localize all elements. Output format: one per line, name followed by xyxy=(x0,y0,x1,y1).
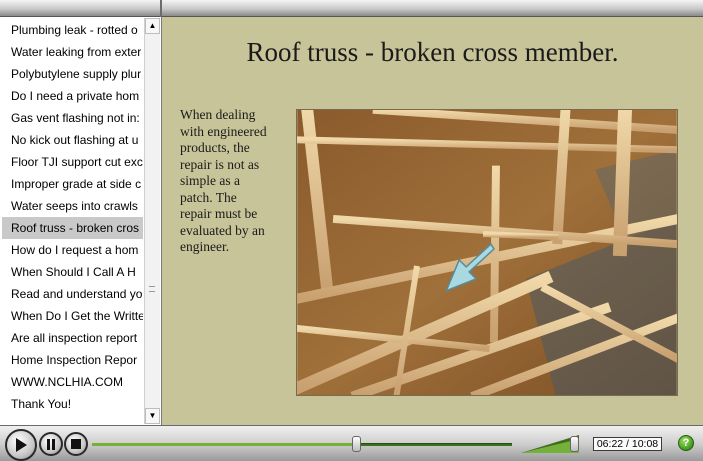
slide-body-line: simple as a xyxy=(180,173,240,188)
slide-list-item[interactable]: Floor TJI support cut exc xyxy=(2,151,143,173)
slide-body-line: products, the xyxy=(180,140,250,155)
slide-list-item[interactable]: WWW.NCLHIA.COM xyxy=(2,371,143,393)
slide-list-item[interactable]: Roof truss - broken cros xyxy=(2,217,143,239)
slide-list-item[interactable]: Water leaking from exter xyxy=(2,41,143,63)
slide-list-item[interactable]: No kick out flashing at u xyxy=(2,129,143,151)
scroll-up-button[interactable]: ▲ xyxy=(145,18,160,34)
title-bar xyxy=(0,0,703,17)
pause-button[interactable] xyxy=(39,432,63,456)
slide-list-item[interactable]: Water seeps into crawls xyxy=(2,195,143,217)
pause-icon xyxy=(47,438,55,450)
slide-list: Plumbing leak - rotted o Water leaking fr… xyxy=(2,19,143,415)
slide-list-scrollbar[interactable]: ▲ ▼ xyxy=(144,18,160,424)
slide-list-item[interactable]: Home Inspection Repor xyxy=(2,349,143,371)
slide-body-line: evaluated by an xyxy=(180,222,265,238)
time-display: 06:22 / 10:08 xyxy=(593,437,662,451)
seek-bar-thumb[interactable] xyxy=(351,436,361,452)
seek-bar-played xyxy=(92,443,357,446)
scroll-thumb-grip[interactable] xyxy=(149,286,155,292)
slide-body-line: engineer. xyxy=(180,239,230,254)
play-icon xyxy=(16,438,27,452)
player-controls: 06:22 / 10:08 ? xyxy=(0,425,703,461)
slide-list-item[interactable]: Gas vent flashing not in: xyxy=(2,107,143,129)
slide-list-item[interactable]: Thank You! xyxy=(2,393,143,415)
slide-list-item[interactable]: When Do I Get the Writte xyxy=(2,305,143,327)
slide-list-item[interactable]: Polybutylene supply plur xyxy=(2,63,143,85)
slide-list-item[interactable]: Are all inspection report xyxy=(2,327,143,349)
seek-bar[interactable] xyxy=(92,443,512,446)
slide-body-line: with engineered xyxy=(180,123,267,139)
slide-list-item[interactable]: Plumbing leak - rotted o xyxy=(2,19,143,41)
slide-body-line: When dealing xyxy=(180,107,256,122)
slide-body-text: When dealing with engineered products, t… xyxy=(180,107,295,256)
slide-view: Roof truss - broken cross member. When d… xyxy=(162,17,703,425)
scroll-down-button[interactable]: ▼ xyxy=(145,408,160,424)
slide-title: Roof truss - broken cross member. xyxy=(246,37,619,67)
slide-list-item[interactable]: When Should I Call A H xyxy=(2,261,143,283)
stop-button[interactable] xyxy=(64,432,88,456)
slide-body-line: repair is not as xyxy=(180,156,260,172)
volume-thumb[interactable] xyxy=(570,436,579,452)
slide-list-panel: Plumbing leak - rotted o Water leaking fr… xyxy=(0,17,162,425)
slide-list-item[interactable]: Do I need a private hom xyxy=(2,85,143,107)
slide-list-item[interactable]: Read and understand yo xyxy=(2,283,143,305)
slide-list-item[interactable]: How do I request a hom xyxy=(2,239,143,261)
help-button[interactable]: ? xyxy=(678,435,694,451)
panel-divider[interactable] xyxy=(160,0,162,17)
play-button[interactable] xyxy=(5,429,37,461)
roof-truss-photo xyxy=(296,109,678,396)
slide-body-line: repair must be xyxy=(180,206,258,221)
slide-body-line: patch. The xyxy=(180,189,237,205)
slide-list-item[interactable]: Improper grade at side c xyxy=(2,173,143,195)
stop-icon xyxy=(71,439,81,449)
